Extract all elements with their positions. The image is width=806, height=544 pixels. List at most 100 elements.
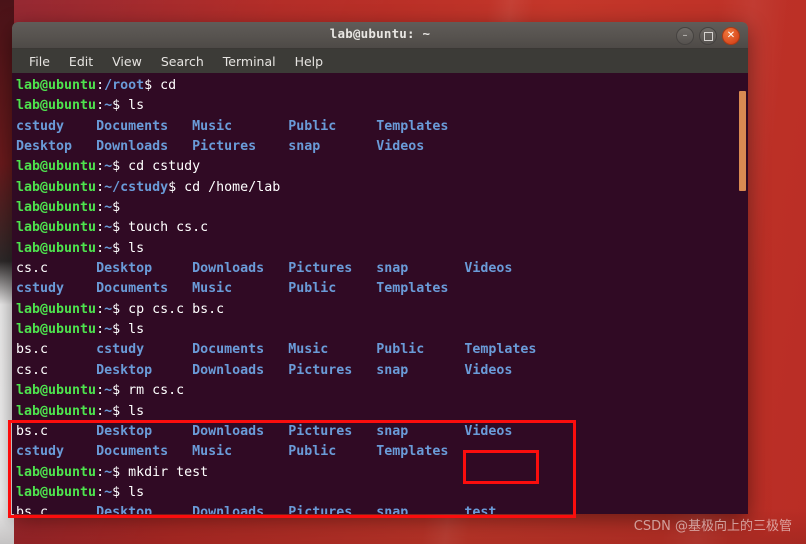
- prompt-colon: :: [96, 240, 105, 256]
- prompt-dollar: $: [112, 240, 121, 256]
- ls-entry-Desktop: Desktop: [96, 423, 193, 439]
- prompt-colon: :: [96, 403, 105, 419]
- prompt-colon: :: [96, 322, 105, 338]
- watermark: CSDN @基极向上的三极管: [633, 519, 792, 534]
- ls-entry-Music: Music: [192, 281, 289, 297]
- ls-entry-Pictures: Pictures: [288, 505, 377, 514]
- terminal-prompt-line: lab@ubuntu:/root$ cd: [16, 76, 748, 96]
- prompt-dollar: $: [112, 220, 121, 236]
- ls-entry-Desktop: Desktop: [96, 261, 193, 277]
- prompt-user: lab@ubuntu: [16, 464, 97, 480]
- terminal-prompt-line: lab@ubuntu:~$ cd cstudy: [16, 157, 748, 177]
- terminal-command: rm cs.c: [120, 383, 185, 399]
- ls-entry-bs-c: bs.c: [16, 505, 97, 514]
- prompt-path: /root: [104, 78, 145, 93]
- ls-entry-Desktop: Desktop: [16, 139, 97, 155]
- ls-entry-cstudy: cstudy: [16, 281, 97, 297]
- prompt-user: lab@ubuntu: [16, 220, 97, 236]
- close-button[interactable]: ✕: [722, 27, 740, 45]
- ls-entry-Documents: Documents: [96, 444, 193, 460]
- terminal-command: ls: [120, 484, 145, 500]
- prompt-colon: :: [96, 98, 105, 114]
- scrollbar-thumb[interactable]: [739, 91, 746, 191]
- terminal-prompt-line: lab@ubuntu:~$: [16, 198, 748, 218]
- ls-entry-snap: snap: [376, 423, 465, 439]
- ls-entry-snap: snap: [376, 362, 465, 378]
- ls-entry-Public: Public: [288, 444, 377, 460]
- terminal-ls-row: cstudy Documents Music Public Templates: [16, 442, 748, 462]
- prompt-user: lab@ubuntu: [16, 383, 97, 399]
- terminal-window: lab@ubuntu: ~ – ✕ File Edit View Search Term…: [12, 22, 748, 514]
- ls-entry-Videos: Videos: [464, 423, 513, 439]
- prompt-path: ~: [104, 322, 113, 338]
- prompt-dollar: $: [144, 78, 153, 93]
- terminal-prompt-line: lab@ubuntu:~$ ls: [16, 483, 748, 503]
- ls-entry-bs-c: bs.c: [16, 423, 97, 439]
- terminal-prompt-line: lab@ubuntu:~$ rm cs.c: [16, 381, 748, 401]
- close-icon: ✕: [726, 30, 736, 41]
- terminal-command: ls: [120, 403, 145, 419]
- title-bar[interactable]: lab@ubuntu: ~ – ✕: [12, 22, 748, 49]
- terminal-ls-row: cstudy Documents Music Public Templates: [16, 279, 748, 299]
- terminal-command: cd /home/lab: [176, 179, 281, 195]
- prompt-dollar: $: [112, 484, 121, 500]
- minimize-button[interactable]: –: [676, 27, 694, 45]
- ls-entry-cs-c: cs.c: [16, 362, 97, 378]
- prompt-colon: :: [96, 200, 105, 216]
- prompt-colon: :: [96, 78, 105, 93]
- ls-entry-Desktop: Desktop: [96, 362, 193, 378]
- terminal-prompt-line: lab@ubuntu:~$ ls: [16, 402, 748, 422]
- terminal-command: touch cs.c: [120, 220, 209, 236]
- prompt-user: lab@ubuntu: [16, 240, 97, 256]
- prompt-colon: :: [96, 220, 105, 236]
- ls-entry-Downloads: Downloads: [192, 423, 289, 439]
- terminal-prompt-line: lab@ubuntu:~$ cp cs.c bs.c: [16, 300, 748, 320]
- prompt-path: ~: [104, 484, 113, 500]
- prompt-dollar: $: [112, 159, 121, 175]
- ls-entry-cstudy: cstudy: [16, 444, 97, 460]
- ls-entry-bs-c: bs.c: [16, 342, 97, 358]
- terminal-ls-row: bs.c Desktop Downloads Pictures snap tes…: [16, 503, 748, 514]
- terminal-ls-row: Desktop Downloads Pictures snap Videos: [16, 137, 748, 157]
- ls-entry-snap: snap: [376, 261, 465, 277]
- terminal-prompt-line: lab@ubuntu:~$ ls: [16, 239, 748, 259]
- ls-entry-Public: Public: [288, 118, 377, 134]
- prompt-user: lab@ubuntu: [16, 322, 97, 338]
- prompt-path: ~: [104, 383, 113, 399]
- terminal-command: cd cstudy: [120, 159, 201, 175]
- ls-entry-Videos: Videos: [376, 139, 425, 155]
- menu-item-edit[interactable]: Edit: [60, 51, 102, 72]
- terminal-command: cp cs.c bs.c: [120, 301, 225, 317]
- menu-item-help[interactable]: Help: [286, 51, 333, 72]
- terminal-prompt-line: lab@ubuntu:~$ touch cs.c: [16, 218, 748, 238]
- minimize-icon: –: [682, 30, 688, 41]
- menu-item-file[interactable]: File: [20, 51, 59, 72]
- maximize-button[interactable]: [699, 27, 717, 45]
- prompt-user: lab@ubuntu: [16, 78, 97, 93]
- menu-item-terminal[interactable]: Terminal: [214, 51, 285, 72]
- prompt-dollar: $: [112, 322, 121, 338]
- prompt-dollar: $: [112, 301, 121, 317]
- terminal-ls-row: cstudy Documents Music Public Templates: [16, 117, 748, 137]
- prompt-path: ~: [104, 240, 113, 256]
- ls-entry-Desktop: Desktop: [96, 505, 193, 514]
- ls-entry-Music: Music: [192, 118, 289, 134]
- prompt-user: lab@ubuntu: [16, 179, 97, 195]
- ls-entry-Documents: Documents: [96, 281, 193, 297]
- terminal-prompt-line: lab@ubuntu:~$ ls: [16, 320, 748, 340]
- terminal-ls-row: cs.c Desktop Downloads Pictures snap Vid…: [16, 259, 748, 279]
- window-title: lab@ubuntu: ~: [329, 26, 431, 41]
- prompt-user: lab@ubuntu: [16, 98, 97, 114]
- prompt-path: ~: [104, 220, 113, 236]
- terminal-scrollbar[interactable]: [736, 73, 748, 514]
- ls-entry-snap: snap: [376, 505, 465, 514]
- ls-entry-Public: Public: [288, 281, 377, 297]
- prompt-user: lab@ubuntu: [16, 403, 97, 419]
- menu-item-view[interactable]: View: [103, 51, 151, 72]
- terminal-ls-row: bs.c cstudy Documents Music Public Templ…: [16, 340, 748, 360]
- terminal-output[interactable]: lab@ubuntu:/root$ cd lab@ubuntu:~$ ls cstu…: [12, 73, 748, 514]
- prompt-dollar: $: [112, 403, 121, 419]
- prompt-dollar: $: [168, 179, 177, 195]
- prompt-user: lab@ubuntu: [16, 159, 97, 175]
- menu-item-search[interactable]: Search: [152, 51, 213, 72]
